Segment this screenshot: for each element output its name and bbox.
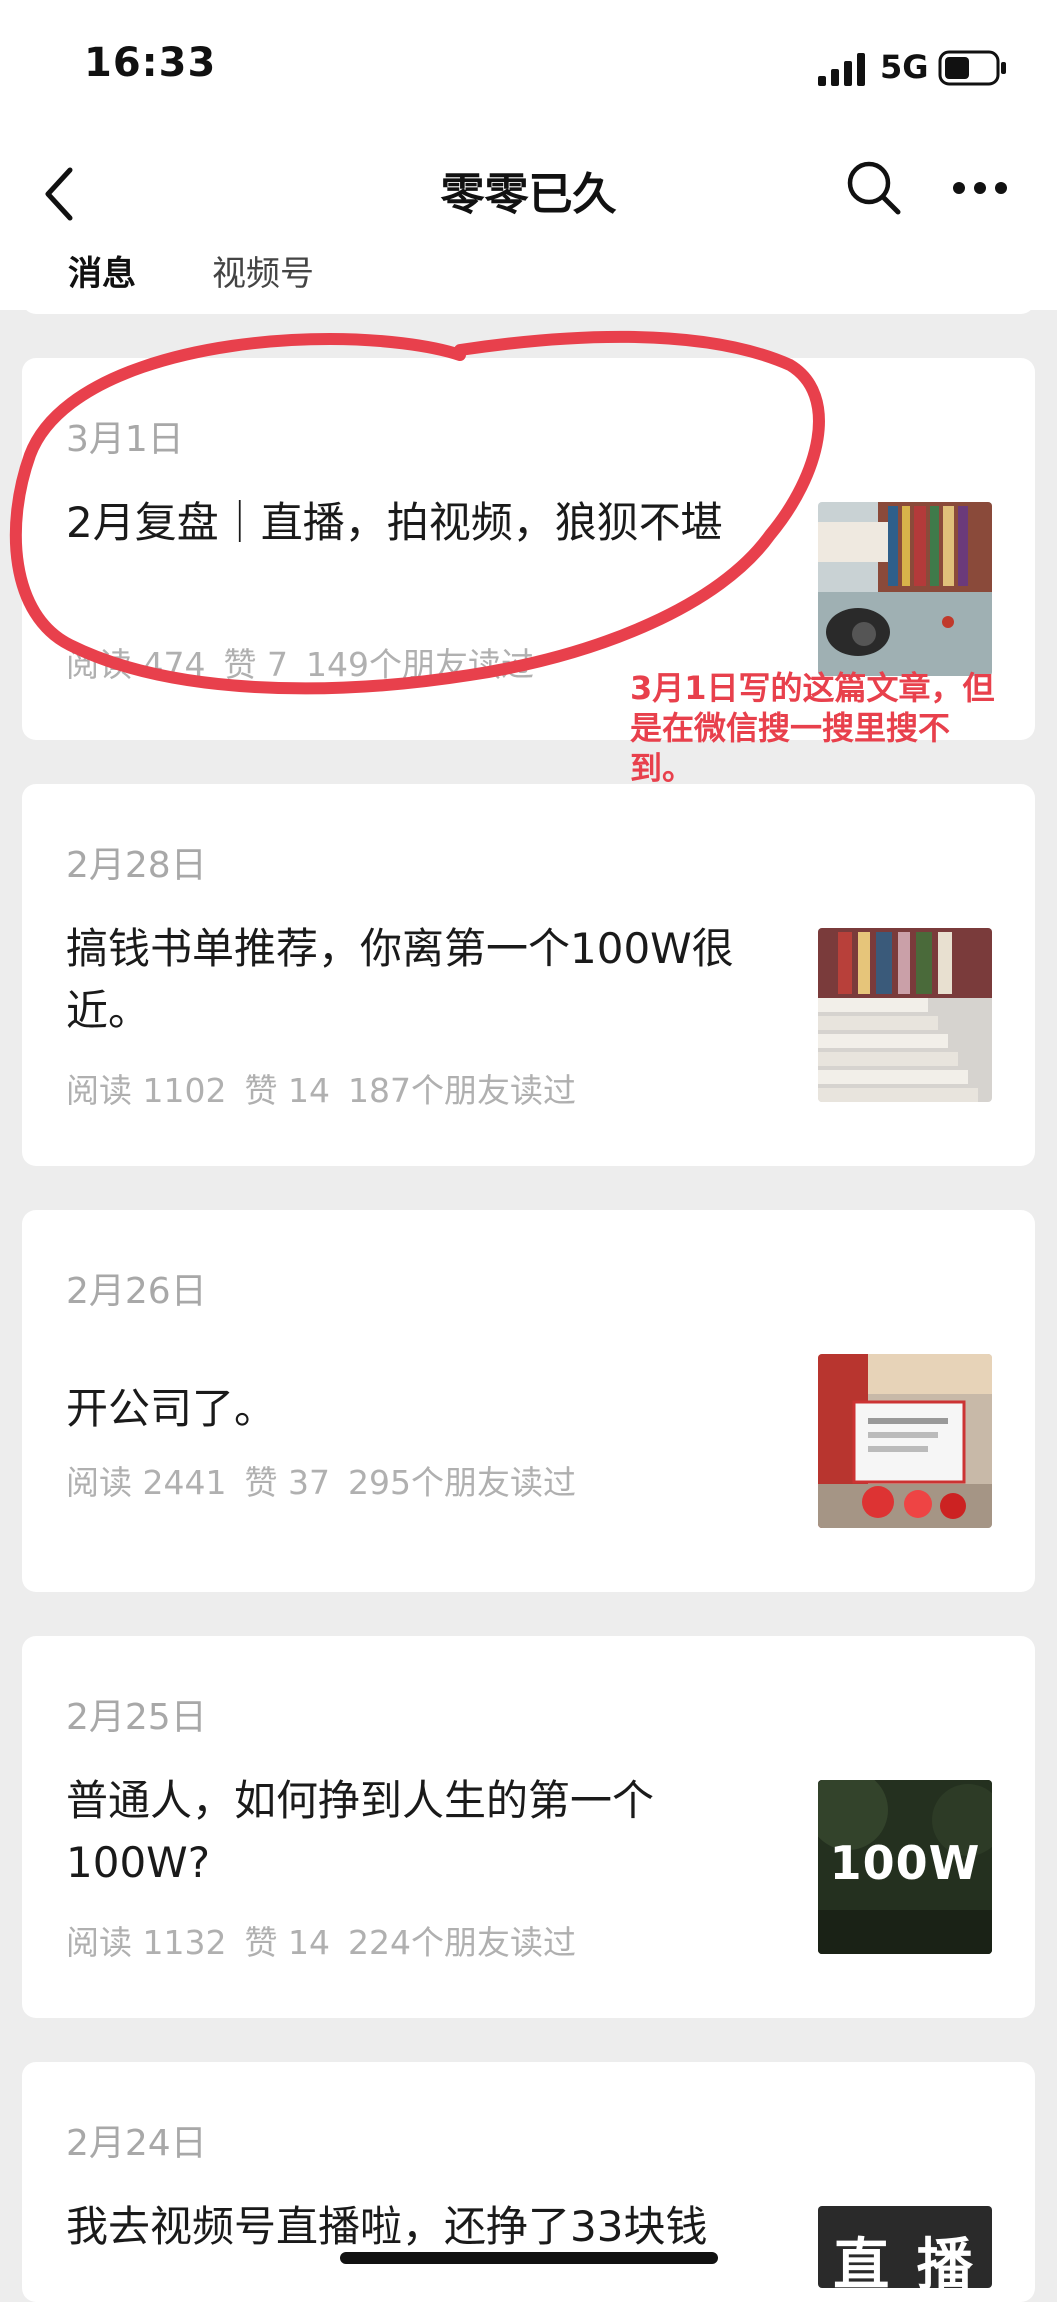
like-count: 赞 14 <box>244 1071 330 1110</box>
article-thumbnail[interactable] <box>818 1354 992 1528</box>
article-date: 2月24日 <box>66 2123 207 2164</box>
article-meta: 阅读 1102 赞 14 187个朋友读过 <box>66 1064 594 1112</box>
article-thumbnail[interactable]: 100W <box>818 1780 992 1954</box>
read-count: 阅读 1132 <box>66 1923 227 1962</box>
article-date: 3月1日 <box>66 419 184 460</box>
like-count: 赞 14 <box>244 1923 330 1962</box>
annotation-note: 3月1日写的这篇文章，但是在微信搜一搜里搜不到。 <box>630 669 995 787</box>
article-card[interactable]: 2月24日 我去视频号直播啦，还挣了33块钱 直 播 <box>22 2062 1035 2302</box>
battery-icon <box>938 50 1006 86</box>
search-icon[interactable] <box>844 158 904 218</box>
more-icon[interactable] <box>952 180 1008 196</box>
article-meta: 阅读 1132 赞 14 224个朋友读过 <box>66 1916 594 1964</box>
article-title[interactable]: 开公司了。 <box>66 1378 786 1440</box>
like-count: 赞 7 <box>223 645 288 684</box>
thumbnail-image <box>818 1354 992 1528</box>
article-date: 2月26日 <box>66 1271 207 1312</box>
read-count: 阅读 474 <box>66 645 206 684</box>
friends-read: 224个朋友读过 <box>347 1923 576 1962</box>
article-thumbnail[interactable]: 直 播 <box>818 2206 992 2288</box>
article-card[interactable]: 2月25日 普通人，如何挣到人生的第一个100W? 阅读 1132 赞 14 224… <box>22 1636 1035 2018</box>
thumbnail-caption: 直 播 <box>833 2233 977 2288</box>
article-title[interactable]: 我去视频号直播啦，还挣了33块钱 <box>66 2196 786 2258</box>
friends-read: 187个朋友读过 <box>347 1071 576 1110</box>
status-time: 16:33 <box>84 40 217 86</box>
article-date: 2月25日 <box>66 1697 207 1738</box>
friends-read: 149个朋友读过 <box>305 645 534 684</box>
article-date: 2月28日 <box>66 845 207 886</box>
nav-bar: 零零已久 消息 视频号 <box>0 130 1057 310</box>
article-thumbnail[interactable] <box>818 502 992 676</box>
article-title[interactable]: 普通人，如何挣到人生的第一个100W? <box>66 1770 786 1894</box>
article-title[interactable]: 搞钱书单推荐，你离第一个100W很近。 <box>66 918 786 1042</box>
read-count: 阅读 1102 <box>66 1071 227 1110</box>
thumbnail-image <box>818 928 992 1102</box>
status-bar: 16:33 5G <box>0 0 1057 130</box>
thumbnail-caption: 100W <box>829 1836 981 1890</box>
article-meta: 阅读 474 赞 7 149个朋友读过 <box>66 638 552 686</box>
tab-channels[interactable]: 视频号 <box>212 246 314 295</box>
article-thumbnail[interactable] <box>818 928 992 1102</box>
article-title[interactable]: 2月复盘｜直播，拍视频，狼狈不堪 <box>66 492 786 554</box>
read-count: 阅读 2441 <box>66 1463 227 1502</box>
article-card[interactable]: 2月28日 搞钱书单推荐，你离第一个100W很近。 阅读 1102 赞 14 187… <box>22 784 1035 1166</box>
previous-card-edge <box>22 300 1035 314</box>
network-type: 5G <box>880 48 929 86</box>
home-indicator[interactable] <box>340 2252 718 2264</box>
cellular-signal-icon <box>818 53 865 86</box>
tab-messages[interactable]: 消息 <box>68 246 136 295</box>
like-count: 赞 37 <box>244 1463 330 1502</box>
article-meta: 阅读 2441 赞 37 295个朋友读过 <box>66 1456 594 1504</box>
article-card[interactable]: 2月26日 开公司了。 阅读 2441 赞 37 295个朋友读过 <box>22 1210 1035 1592</box>
friends-read: 295个朋友读过 <box>347 1463 576 1502</box>
thumbnail-image <box>818 502 992 676</box>
